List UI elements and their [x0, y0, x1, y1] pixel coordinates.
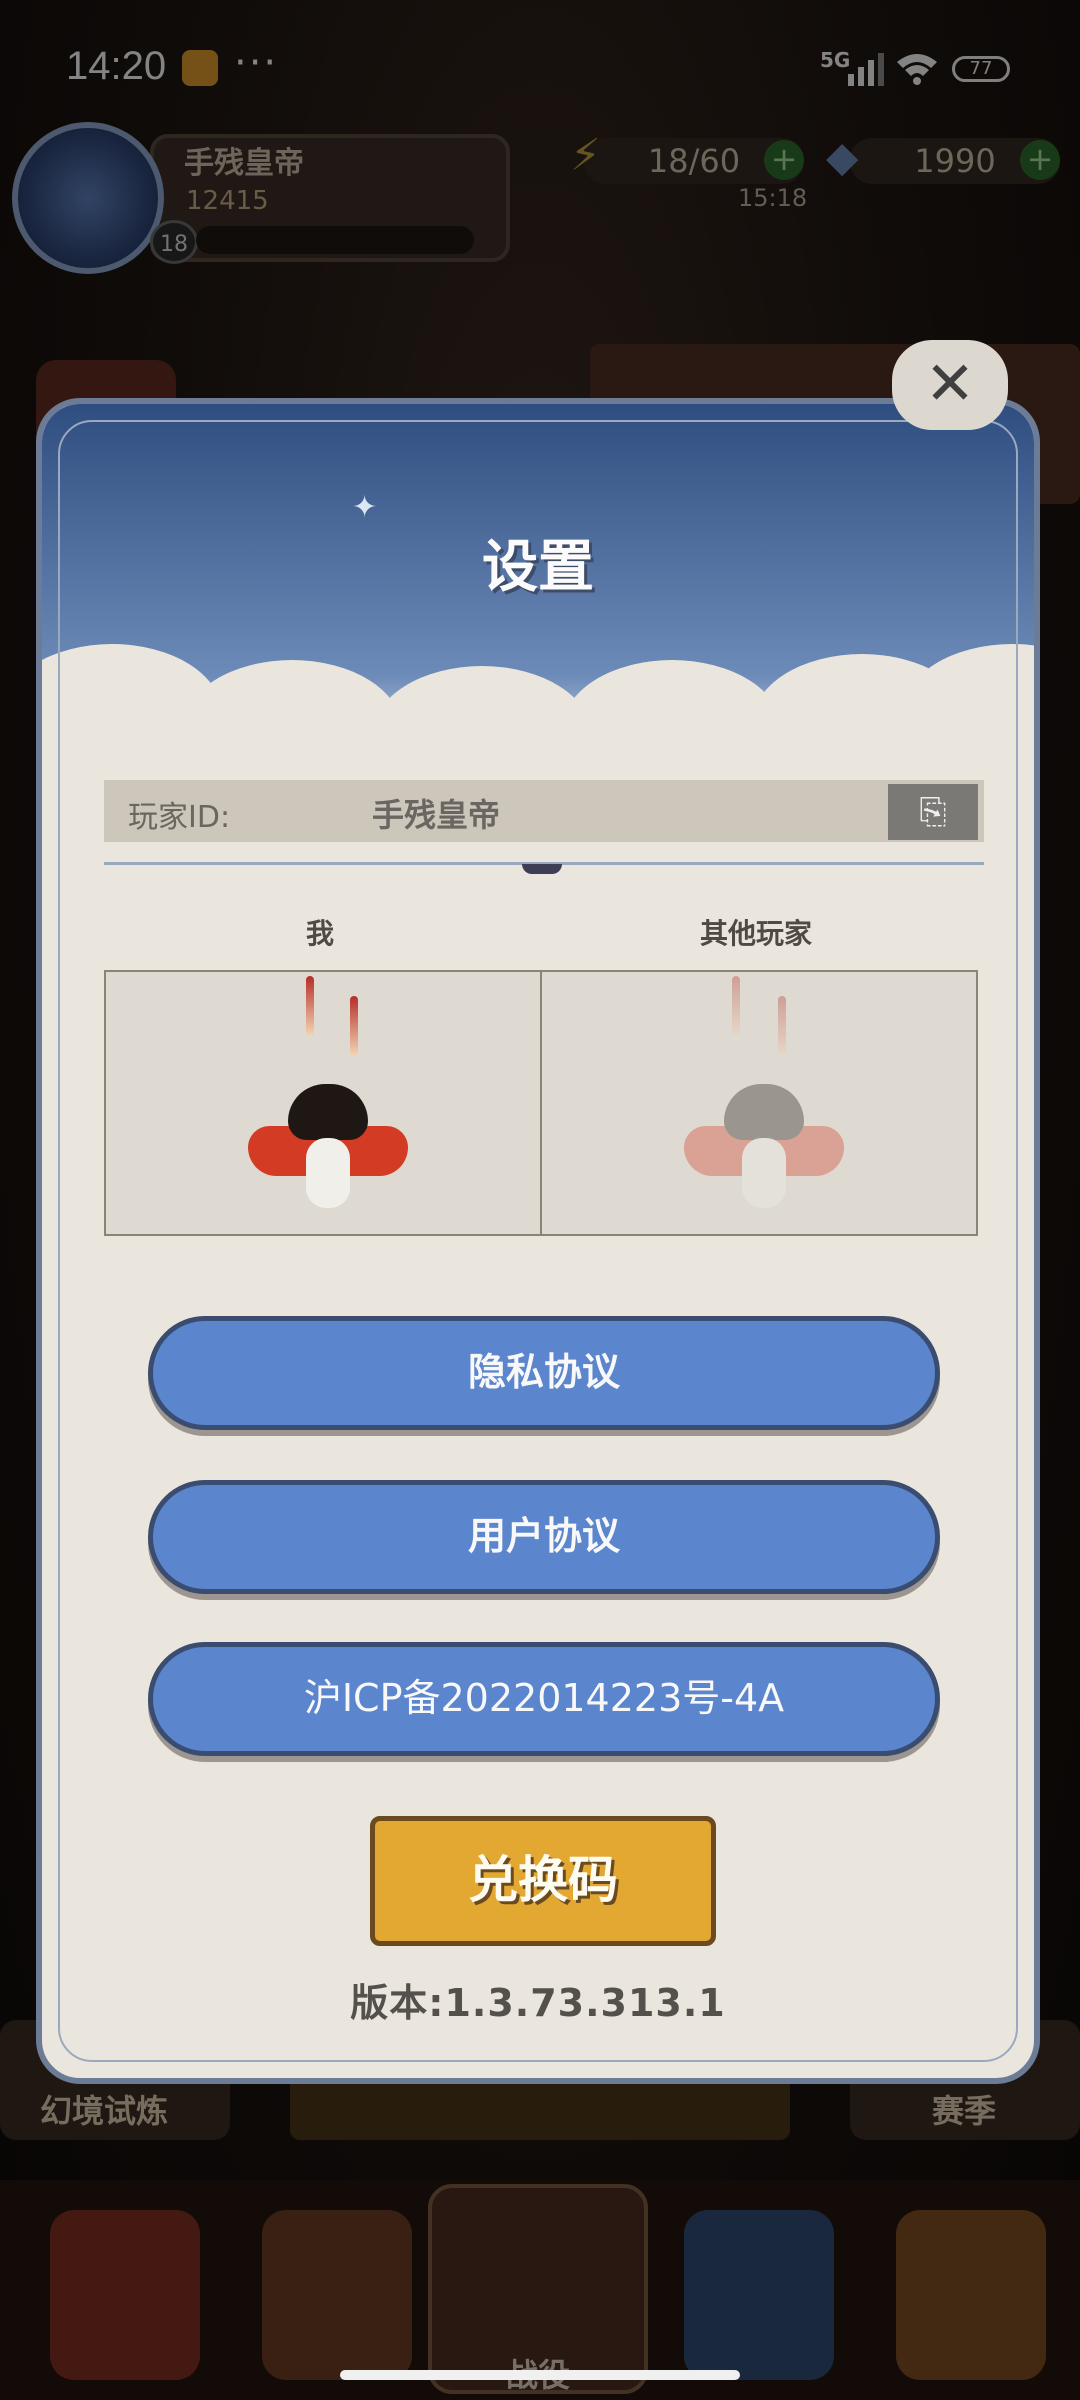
preview-me-label: 我 — [306, 917, 335, 950]
preview-others-label: 其他玩家 — [700, 917, 813, 950]
bullet-sprite — [732, 976, 740, 1036]
player-id-row: 玩家ID: 手残皇帝 ⎘ — [104, 780, 984, 842]
settings-dialog: ✦ 设置 玩家ID: 手残皇帝 ⎘ 我 其他玩家 隐私协议 用户协议 沪ICP备… — [36, 398, 1040, 2084]
bullet-sprite — [778, 996, 786, 1056]
player-id-value: 手残皇帝 — [372, 796, 501, 834]
icp-record-button[interactable]: 沪ICP备2022014223号-4A — [148, 1642, 940, 1756]
copy-icon: ⎘ — [919, 792, 947, 832]
copy-id-button[interactable]: ⎘ — [888, 784, 978, 840]
bullet-preview-me[interactable] — [104, 970, 542, 1236]
privacy-policy-button[interactable]: 隐私协议 — [148, 1316, 940, 1430]
version-text: 版本:1.3.73.313.1 — [350, 1981, 726, 2025]
player-ship-sprite — [248, 1076, 408, 1216]
close-button[interactable]: ✕ — [892, 340, 1008, 430]
dialog-title: 设置 — [482, 535, 594, 600]
divider-ornament — [522, 864, 562, 874]
user-agreement-button[interactable]: 用户协议 — [148, 1480, 940, 1594]
close-icon: ✕ — [924, 349, 976, 419]
home-indicator[interactable] — [340, 2370, 740, 2380]
bullet-sprite — [306, 976, 314, 1036]
player-id-label: 玩家ID: — [128, 800, 231, 835]
other-ship-sprite — [684, 1076, 844, 1216]
bullet-sprite — [350, 996, 358, 1056]
redeem-code-button[interactable]: 兑换码 — [370, 1816, 716, 1946]
bullet-preview-others[interactable] — [540, 970, 978, 1236]
